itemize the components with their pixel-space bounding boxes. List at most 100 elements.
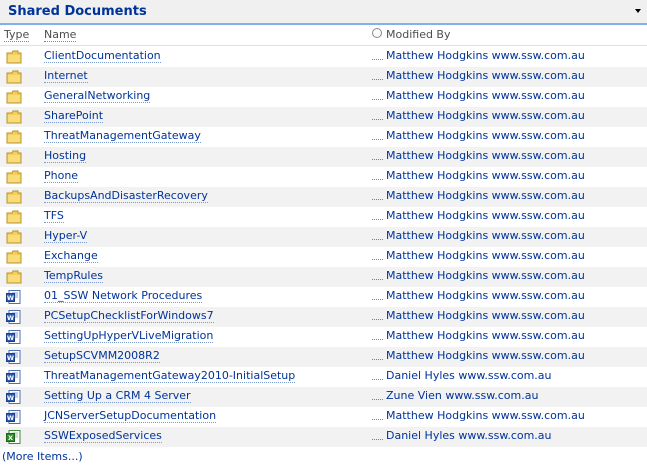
modified-by-link[interactable]: Matthew Hodgkins www.ssw.com.au (386, 310, 585, 322)
svg-text:W: W (7, 314, 14, 322)
presence-indicator (372, 199, 383, 200)
modified-by-link[interactable]: Matthew Hodgkins www.ssw.com.au (386, 50, 585, 62)
modified-by-link[interactable]: Matthew Hodgkins www.ssw.com.au (386, 90, 585, 102)
modified-by-link[interactable]: Matthew Hodgkins www.ssw.com.au (386, 210, 585, 222)
modified-by-circle-icon (372, 28, 382, 38)
svg-text:W: W (7, 414, 14, 422)
modified-by-link[interactable]: Matthew Hodgkins www.ssw.com.au (386, 130, 585, 142)
column-header-modified-by[interactable]: Modified By (386, 28, 451, 41)
presence-indicator (372, 279, 383, 280)
document-name-link[interactable]: Hyper-V (44, 230, 88, 243)
document-name-link[interactable]: SharePoint (44, 110, 104, 123)
column-header-row: Type Name Modified By (0, 25, 647, 46)
webpart-menu-arrow-icon[interactable] (635, 9, 641, 13)
folder-icon[interactable] (6, 250, 22, 264)
folder-icon[interactable] (6, 90, 22, 104)
modified-by-link[interactable]: Matthew Hodgkins www.ssw.com.au (386, 110, 585, 122)
document-name-link[interactable]: Setting Up a CRM 4 Server (44, 390, 191, 403)
document-name-link[interactable]: TempRules (44, 270, 103, 283)
modified-by-link[interactable]: Matthew Hodgkins www.ssw.com.au (386, 70, 585, 82)
document-row: W PCSetupChecklistForWindows7 Matthew Hodg… (0, 307, 647, 327)
document-name-link[interactable]: PCSetupChecklistForWindows7 (44, 310, 214, 323)
word-doc-icon[interactable]: W (6, 310, 22, 324)
folder-icon[interactable] (6, 50, 22, 64)
modified-by-link[interactable]: Matthew Hodgkins www.ssw.com.au (386, 410, 585, 422)
modified-by-link[interactable]: Matthew Hodgkins www.ssw.com.au (386, 290, 585, 302)
document-name-link[interactable]: Exchange (44, 250, 98, 263)
modified-by-link[interactable]: Daniel Hyles www.ssw.com.au (386, 370, 552, 382)
column-header-type[interactable]: Type (4, 28, 30, 42)
presence-indicator (372, 99, 383, 100)
document-row: TFS Matthew Hodgkins www.ssw.com.au (0, 207, 647, 227)
modified-by-link[interactable]: Matthew Hodgkins www.ssw.com.au (386, 190, 585, 202)
svg-text:W: W (7, 334, 14, 342)
folder-icon[interactable] (6, 190, 22, 204)
modified-by-link[interactable]: Matthew Hodgkins www.ssw.com.au (386, 350, 585, 362)
presence-indicator (372, 219, 383, 220)
presence-indicator (372, 339, 383, 340)
document-row: BackupsAndDisasterRecovery Matthew Hodgki… (0, 187, 647, 207)
document-row: W SettingUpHyperVLiveMigration Matthew Hod… (0, 327, 647, 347)
modified-by-link[interactable]: Matthew Hodgkins www.ssw.com.au (386, 230, 585, 242)
document-row: SharePoint Matthew Hodgkins www.ssw.com.a… (0, 107, 647, 127)
document-row: Hyper-V Matthew Hodgkins www.ssw.com.au (0, 227, 647, 247)
document-name-link[interactable]: ClientDocumentation (44, 50, 161, 63)
presence-indicator (372, 439, 383, 440)
document-name-link[interactable]: JCNServerSetupDocumentation (44, 410, 217, 423)
webpart-header: Shared Documents (0, 0, 647, 25)
folder-icon[interactable] (6, 270, 22, 284)
document-row: W ThreatManagementGateway2010-InitialSetu… (0, 367, 647, 387)
document-name-link[interactable]: SetupSCVMM2008R2 (44, 350, 160, 363)
document-name-link[interactable]: TFS (44, 210, 64, 223)
document-name-link[interactable]: ThreatManagementGateway2010-InitialSetup (44, 370, 296, 383)
document-name-link[interactable]: ThreatManagementGateway (44, 130, 201, 143)
column-header-name[interactable]: Name (44, 28, 77, 42)
document-name-link[interactable]: BackupsAndDisasterRecovery (44, 190, 208, 203)
folder-icon[interactable] (6, 130, 22, 144)
document-name-link[interactable]: SSWExposedServices (44, 430, 162, 443)
presence-indicator (372, 119, 383, 120)
document-name-link[interactable]: SettingUpHyperVLiveMigration (44, 330, 214, 343)
folder-icon[interactable] (6, 230, 22, 244)
presence-indicator (372, 59, 383, 60)
document-row: Phone Matthew Hodgkins www.ssw.com.au (0, 167, 647, 187)
modified-by-link[interactable]: Matthew Hodgkins www.ssw.com.au (386, 150, 585, 162)
webpart-title[interactable]: Shared Documents (8, 4, 147, 19)
document-list: ClientDocumentation Matthew Hodgkins www.… (0, 47, 647, 447)
modified-by-link[interactable]: Zune Vien www.ssw.com.au (386, 390, 538, 402)
document-name-link[interactable]: 01_SSW Network Procedures (44, 290, 203, 303)
modified-by-link[interactable]: Daniel Hyles www.ssw.com.au (386, 430, 552, 442)
word-doc-icon[interactable]: W (6, 350, 22, 364)
document-name-link[interactable]: Phone (44, 170, 79, 183)
modified-by-link[interactable]: Matthew Hodgkins www.ssw.com.au (386, 170, 585, 182)
folder-icon[interactable] (6, 150, 22, 164)
svg-text:W: W (7, 374, 14, 382)
folder-icon[interactable] (6, 110, 22, 124)
word-doc-icon[interactable]: W (6, 370, 22, 384)
presence-indicator (372, 399, 383, 400)
shared-documents-webpart: Shared Documents Type Name Modified By C… (0, 0, 647, 465)
document-row: Exchange Matthew Hodgkins www.ssw.com.au (0, 247, 647, 267)
svg-text:W: W (7, 354, 14, 362)
document-name-link[interactable]: GeneralNetworking (44, 90, 151, 103)
presence-indicator (372, 379, 383, 380)
modified-by-link[interactable]: Matthew Hodgkins www.ssw.com.au (386, 330, 585, 342)
folder-icon[interactable] (6, 170, 22, 184)
presence-indicator (372, 319, 383, 320)
document-name-link[interactable]: Internet (44, 70, 88, 83)
word-doc-icon[interactable]: W (6, 390, 22, 404)
modified-by-link[interactable]: Matthew Hodgkins www.ssw.com.au (386, 250, 585, 262)
document-name-link[interactable]: Hosting (44, 150, 87, 163)
presence-indicator (372, 299, 383, 300)
word-doc-icon[interactable]: W (6, 330, 22, 344)
folder-icon[interactable] (6, 70, 22, 84)
svg-text:W: W (7, 294, 14, 302)
modified-by-link[interactable]: Matthew Hodgkins www.ssw.com.au (386, 270, 585, 282)
more-items-link[interactable]: (More Items...) (2, 451, 83, 463)
document-row: Hosting Matthew Hodgkins www.ssw.com.au (0, 147, 647, 167)
word-doc-icon[interactable]: W (6, 410, 22, 424)
document-row: Internet Matthew Hodgkins www.ssw.com.au (0, 67, 647, 87)
excel-doc-icon[interactable]: X (6, 430, 22, 444)
word-doc-icon[interactable]: W (6, 290, 22, 304)
folder-icon[interactable] (6, 210, 22, 224)
